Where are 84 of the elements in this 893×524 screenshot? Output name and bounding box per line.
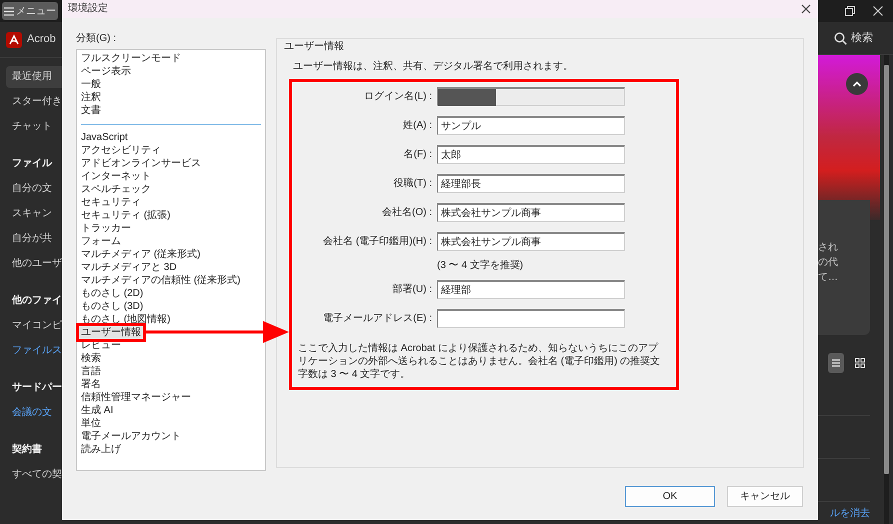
sidebar-item[interactable]: チャット [6,116,62,138]
category-item[interactable]: アクセシビリティ [79,144,163,157]
category-item[interactable]: ものさし (2D) [79,286,146,300]
search-label[interactable]: 検索 [851,30,873,46]
field-label: 会社名(O) : [381,206,432,220]
category-item[interactable]: トラッカー [79,222,133,235]
field-label: 電子メールアドレス(E) : [322,312,432,326]
close-icon[interactable] [873,6,883,16]
app-name: Acrob [27,32,56,48]
sidebar-item[interactable]: 最近使用 [6,66,62,88]
input-field[interactable]: サンプル [437,116,625,135]
category-item[interactable]: 単位 [79,416,103,430]
sidebar-item[interactable]: スキャン [6,203,62,225]
dialog-button[interactable]: OK [625,486,715,507]
category-label: 分類(G) : [76,32,117,46]
clear-link[interactable]: ルを消去 [818,506,880,524]
category-item[interactable]: JavaScript [79,130,130,144]
category-item[interactable]: 注釈 [79,90,103,104]
field-label: 姓(A) : [402,118,432,133]
category-item[interactable]: ユーザー情報 [79,326,143,339]
field-label: 名(F) : [402,148,432,162]
hint-text: (3 〜 4 文字を推奨) [436,258,524,272]
category-item[interactable]: 生成 AI [79,404,116,417]
list-icon [832,359,840,367]
card-text: の代 [818,256,839,270]
category-item[interactable]: マルチメディアの信頼性 (従来形式) [79,274,242,287]
field-label: 会社名 (電子印鑑用)(H) : [322,234,432,249]
category-item[interactable]: 読み上げ [79,442,123,456]
sidebar-item[interactable]: 自分の文 [6,178,62,200]
dialog-title: 環境設定 [68,2,108,16]
category-item[interactable]: セキュリティ (拡張) [79,208,172,222]
field-label: 部署(U) : [392,282,432,297]
sidebar-heading: ファイル [11,157,54,171]
card-text: て… [818,271,839,285]
input-field[interactable]: 経理部 [437,280,625,299]
scrollbar-thumb[interactable] [884,65,889,474]
category-item[interactable]: 言語 [79,364,103,378]
app-logo-icon [6,32,22,48]
category-item[interactable]: スペルチェック [79,182,153,196]
category-item[interactable]: フォーム [79,234,123,248]
input-field[interactable]: 株式会社サンプル商事 [437,232,625,251]
close-button[interactable] [800,2,812,15]
category-item[interactable]: 署名 [79,378,103,391]
category-item[interactable]: 検索 [79,352,103,365]
category-item[interactable]: インターネット [79,170,153,183]
category-item[interactable]: マルチメディアと 3D [79,260,179,274]
input-field[interactable] [437,308,625,328]
chevron-up-icon [852,81,862,87]
field-label: ログイン名(L) : [363,90,432,104]
dialog-button[interactable]: キャンセル [727,486,803,507]
grid-icon [855,358,865,368]
group-description: ユーザー情報は、注釈、共有、デジタル署名で利用されます。 [293,60,574,73]
list-view-button[interactable] [828,353,844,373]
field-label: 役職(T) : [392,176,432,191]
category-item[interactable]: 一般 [79,78,103,91]
search-icon[interactable] [834,32,847,44]
category-item[interactable]: ものさし (3D) [79,300,146,313]
sidebar-item[interactable]: 自分が共 [6,228,62,250]
input-field[interactable]: 経理部長 [437,174,625,193]
sidebar-link[interactable]: 会議の文 [6,402,62,424]
category-item[interactable]: 電子メールアカウント [79,430,183,443]
sidebar-heading: 契約書 [11,442,43,457]
category-item[interactable]: 信頼性管理マネージャー [79,390,193,404]
sidebar-item[interactable]: スター付き [6,91,62,113]
menu-icon [4,6,14,16]
input-field[interactable]: 株式会社サンプル商事 [437,202,625,222]
card-text: され [818,241,839,255]
sidebar-heading: サードパー [11,381,62,395]
category-item[interactable]: アドビオンラインサービス [79,156,203,170]
category-item[interactable]: セキュリティ [79,196,143,209]
sidebar-heading: 他のファイ [10,294,62,308]
category-item[interactable]: マルチメディア (従来形式) [79,248,202,261]
sidebar-item[interactable]: マイコンピ [6,315,62,337]
restore-icon[interactable] [845,6,855,16]
sidebar-item[interactable]: すべての契 [6,464,62,486]
input-field[interactable]: 太郎 [437,144,625,164]
privacy-note: ここで入力した情報は Acrobat により保護されるため、知らないうちにこのアプリケーションの外部へ送られることはありません。会社名 (電子印鑑用) の推奨文字数は 3 〜 4 文字です。 [298,342,662,381]
category-item[interactable]: 文書 [79,104,103,117]
category-item[interactable]: フルスクリーンモード [79,52,183,65]
collapse-button[interactable] [846,73,868,95]
sidebar-item[interactable]: 他のユーザ [6,253,62,275]
sidebar-link[interactable]: ファイルス [6,340,62,362]
category-item[interactable]: ページ表示 [79,64,133,78]
menu-button[interactable]: メニュー [2,2,58,20]
